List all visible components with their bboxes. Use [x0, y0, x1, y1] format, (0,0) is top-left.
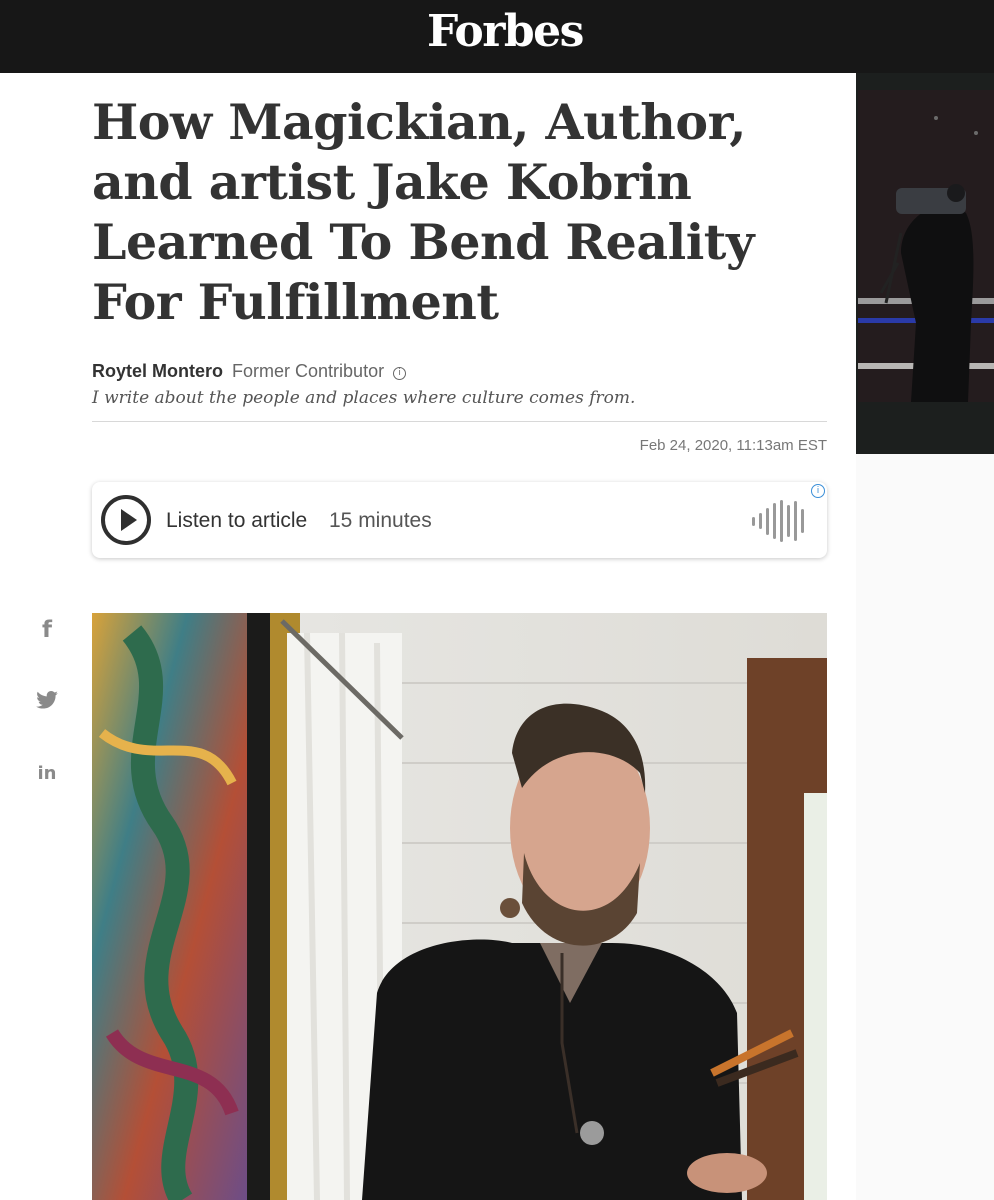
- forbes-logo[interactable]: Forbes: [0, 6, 994, 57]
- info-icon[interactable]: i: [811, 484, 825, 498]
- byline-divider: [92, 421, 827, 422]
- author-role: Former Contributor: [232, 361, 385, 381]
- linkedin-icon[interactable]: in: [30, 763, 64, 784]
- author-name[interactable]: Roytel Montero: [92, 361, 223, 381]
- hero-image: [92, 613, 827, 1200]
- audio-player: Listen to article 15 minutes i: [92, 482, 827, 558]
- author-tagline: I write about the people and places wher…: [92, 388, 636, 408]
- byline: Roytel Montero Former Contributor i: [92, 361, 407, 382]
- audio-duration: 15 minutes: [329, 509, 432, 532]
- play-button[interactable]: [101, 495, 151, 545]
- info-icon[interactable]: i: [393, 367, 407, 380]
- waveform-icon: [752, 500, 808, 542]
- side-advertisement[interactable]: [856, 73, 994, 454]
- twitter-icon[interactable]: [30, 690, 64, 715]
- article-headline: How Magickian, Author, and artist Jake K…: [92, 93, 754, 331]
- listen-label: Listen to article: [166, 509, 308, 532]
- facebook-icon[interactable]: f: [30, 617, 64, 643]
- top-nav-bar: Forbes: [0, 0, 994, 73]
- publish-date: Feb 24, 2020, 11:13am EST: [639, 437, 827, 454]
